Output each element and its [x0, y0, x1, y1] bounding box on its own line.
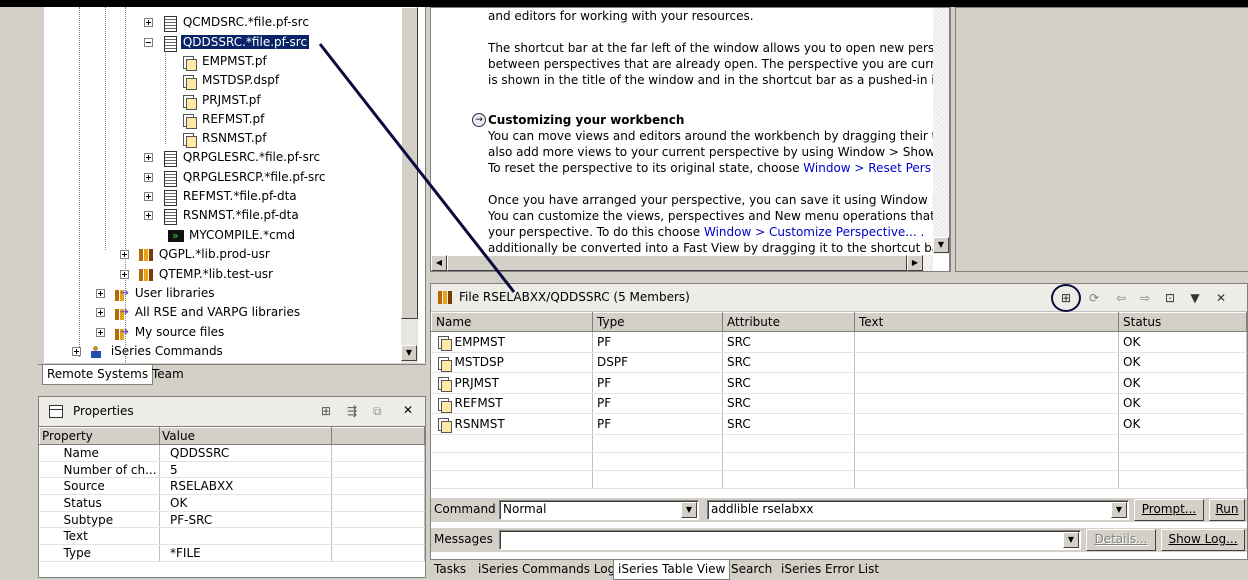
annotation-line [318, 43, 516, 293]
annotation-connector [318, 43, 516, 293]
